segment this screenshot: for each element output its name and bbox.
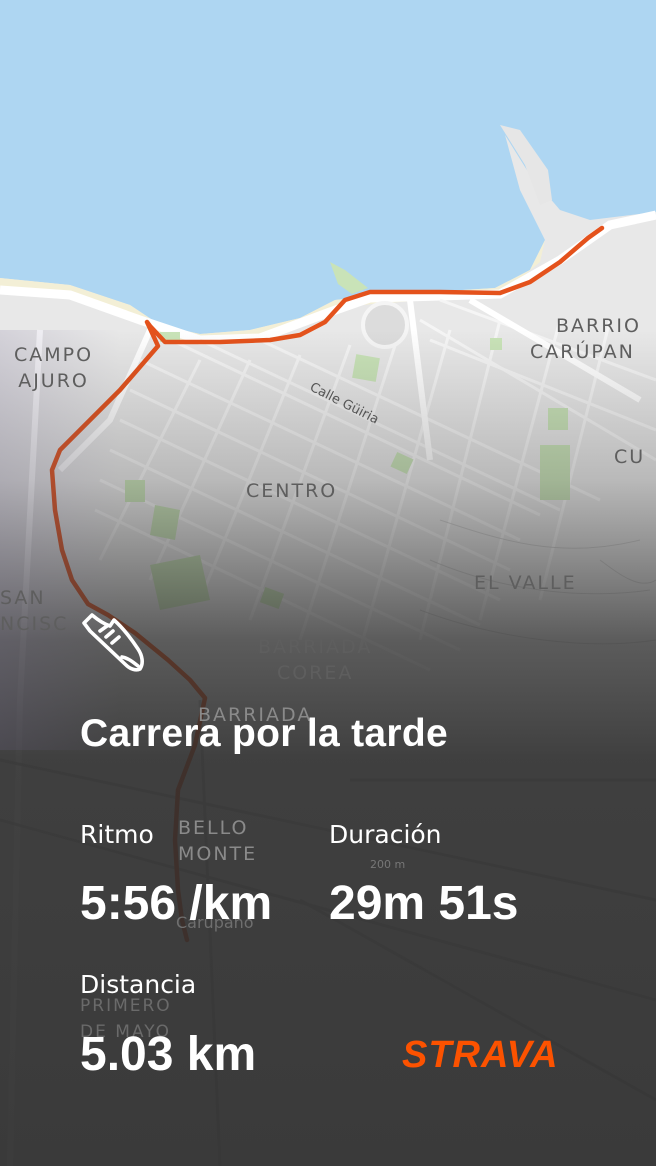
activity-share-card: CAMPO AJURO CENTRO BARRIO CARÚPAN EL VALLE… [0,0,656,1166]
strava-logo: STRAVA [402,1034,559,1076]
map-label-barrio-carupano: BARRIO CARÚPAN [530,315,641,363]
pace-value: 5:56 /km [80,877,273,930]
duration-label: Duración [329,820,442,849]
map-label-centro: CENTRO [246,480,338,502]
pace-label: Ritmo [80,820,154,849]
map-label-san-francisco: SAN NCISC [0,587,69,635]
map-label-campo-ajuro: CAMPO AJURO [14,344,94,392]
activity-title: Carrera por la tarde [80,712,448,755]
map-label-bello-monte: BELLO MONTE [178,817,258,865]
map-label-barriada-corea: BARRIADA COREA [258,636,373,684]
map-label-elevation: 200 m [370,858,406,871]
duration-value: 29m 51s [329,877,519,930]
distance-label: Distancia [80,970,197,999]
map-label-el-valle: EL VALLE [474,572,577,594]
distance-value: 5.03 km [80,1028,257,1081]
map-label-cu: CU [614,446,646,468]
running-shoe-icon [82,613,144,672]
